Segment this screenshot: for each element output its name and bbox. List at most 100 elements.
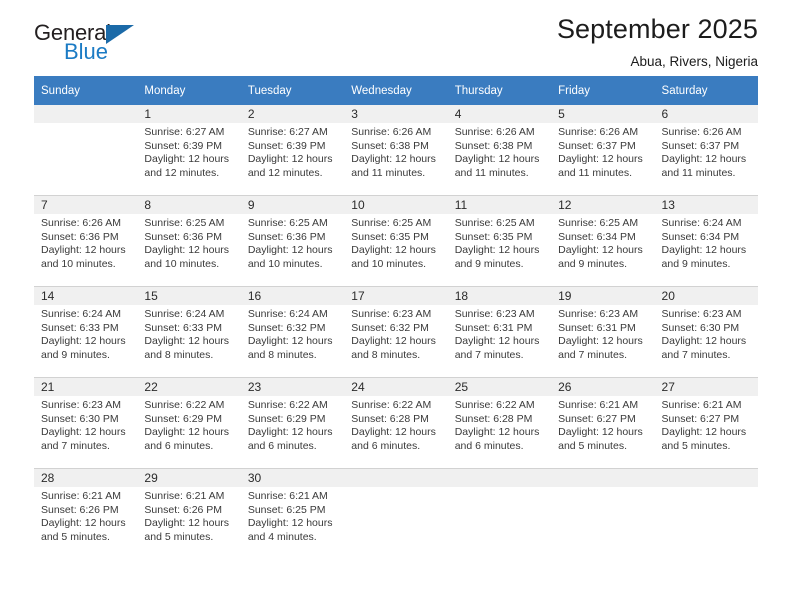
daylight-duration-line1: Daylight: 12 hours [351,153,436,166]
daylight-duration-line1: Daylight: 12 hours [661,244,747,257]
sun-info: Sunrise: 6:25 AM Sunset: 6:36 PM Daylight:… [241,214,344,271]
calendar-day-cell[interactable]: 15 Sunrise: 6:24 AM Sunset: 6:33 PM Dayligh… [137,286,241,378]
daylight-duration-line2: and 11 minutes. [351,166,426,179]
calendar-day-cell[interactable]: 22 Sunrise: 6:22 AM Sunset: 6:29 PM Dayligh… [137,377,241,469]
sunset-time: Sunset: 6:32 PM [351,321,429,334]
sunrise-time: Sunrise: 6:22 AM [247,399,328,411]
calendar-day-cell[interactable]: 17 Sunrise: 6:23 AM Sunset: 6:32 PM Dayligh… [344,286,448,378]
daylight-duration-line1: Daylight: 12 hours [247,335,333,348]
calendar-day-cell[interactable]: 23 Sunrise: 6:22 AM Sunset: 6:29 PM Dayligh… [240,377,345,469]
daylight-duration-line1: Daylight: 12 hours [41,335,126,348]
day-cell-content: 3 Sunrise: 6:26 AM Sunset: 6:38 PM Daylight… [344,105,448,195]
calendar-day-cell[interactable]: 18 Sunrise: 6:23 AM Sunset: 6:31 PM Dayligh… [447,286,552,378]
sunset-time: Sunset: 6:38 PM [351,139,429,152]
calendar-day-cell[interactable]: 12 Sunrise: 6:25 AM Sunset: 6:34 PM Dayligh… [551,195,655,287]
sunrise-time: Sunrise: 6:25 AM [351,217,432,229]
day-number: 17 [344,287,448,305]
logo-text-blue: Blue [64,39,109,64]
sunset-time: Sunset: 6:35 PM [351,230,429,243]
page-header: General Blue September 2025 Abua, Rivers… [34,0,758,76]
daylight-duration-line1: Daylight: 12 hours [247,426,333,439]
calendar-day-cell[interactable]: 3 Sunrise: 6:26 AM Sunset: 6:38 PM Daylight… [344,105,448,196]
calendar-day-cell[interactable]: 16 Sunrise: 6:24 AM Sunset: 6:32 PM Dayligh… [240,286,345,378]
calendar-day-cell[interactable]: 21 Sunrise: 6:23 AM Sunset: 6:30 PM Dayligh… [34,377,138,469]
calendar-day-cell[interactable]: 19 Sunrise: 6:23 AM Sunset: 6:31 PM Dayligh… [551,286,655,378]
daylight-duration-line2: and 6 minutes. [247,439,317,452]
daylight-duration-line1: Daylight: 12 hours [247,517,333,530]
calendar-day-cell[interactable]: 1 Sunrise: 6:27 AM Sunset: 6:39 PM Daylight… [137,105,241,196]
sunset-time: Sunset: 6:25 PM [247,503,326,516]
calendar-day-cell[interactable]: 10 Sunrise: 6:25 AM Sunset: 6:35 PM Dayligh… [344,195,448,287]
day-number: 22 [137,378,241,396]
calendar-day-cell[interactable]: 6 Sunrise: 6:26 AM Sunset: 6:37 PM Daylight… [654,105,758,196]
daylight-duration-line1: Daylight: 12 hours [454,335,540,348]
calendar-day-cell[interactable]: 29 Sunrise: 6:21 AM Sunset: 6:26 PM Dayligh… [137,468,241,559]
calendar-day-cell[interactable]: 30 Sunrise: 6:21 AM Sunset: 6:25 PM Dayligh… [240,468,345,559]
calendar-day-cell[interactable]: 25 Sunrise: 6:22 AM Sunset: 6:28 PM Dayligh… [447,377,552,469]
daylight-duration-line1: Daylight: 12 hours [454,244,540,257]
daylight-duration-line2: and 8 minutes. [351,348,421,361]
daylight-duration-line1: Daylight: 12 hours [41,426,126,439]
calendar-day-cell[interactable]: 28 Sunrise: 6:21 AM Sunset: 6:26 PM Dayligh… [34,468,138,559]
calendar-week-row: 14 Sunrise: 6:24 AM Sunset: 6:33 PM Dayligh… [34,286,758,378]
day-cell-content: 16 Sunrise: 6:24 AM Sunset: 6:32 PM Dayligh… [240,287,345,377]
sunrise-time: Sunrise: 6:23 AM [41,399,121,411]
day-number: 28 [34,469,138,487]
calendar-day-cell[interactable]: 2 Sunrise: 6:27 AM Sunset: 6:39 PM Daylight… [240,105,345,196]
sunrise-time: Sunrise: 6:24 AM [41,308,121,320]
calendar-day-cell[interactable]: 13 Sunrise: 6:24 AM Sunset: 6:34 PM Dayligh… [654,195,758,287]
calendar-day-cell-empty [654,468,758,559]
sun-info: Sunrise: 6:26 AM Sunset: 6:38 PM Daylight:… [344,123,447,180]
daylight-duration-line2: and 12 minutes. [144,166,220,179]
daylight-duration-line2: and 11 minutes. [661,166,736,179]
sunrise-time: Sunrise: 6:22 AM [144,399,225,411]
calendar-day-cell[interactable]: 11 Sunrise: 6:25 AM Sunset: 6:35 PM Dayligh… [447,195,552,287]
day-number: 12 [551,196,655,214]
calendar-day-cell[interactable]: 27 Sunrise: 6:21 AM Sunset: 6:27 PM Dayligh… [654,377,758,469]
calendar-header-row: Sunday Monday Tuesday Wednesday Thursday Frid… [34,76,758,105]
day-number: 6 [654,105,758,123]
day-number: 10 [344,196,448,214]
day-cell-content [34,105,138,195]
weekday-header-wednesday: Wednesday [344,76,448,105]
sunset-time: Sunset: 6:38 PM [454,139,533,152]
daylight-duration-line2: and 11 minutes. [558,166,633,179]
calendar-day-cell[interactable]: 7 Sunrise: 6:26 AM Sunset: 6:36 PM Daylight… [34,195,138,287]
daylight-duration-line2: and 10 minutes. [144,257,220,270]
day-number: 3 [344,105,448,123]
daylight-duration-line1: Daylight: 12 hours [454,426,540,439]
calendar-day-cell[interactable]: 4 Sunrise: 6:26 AM Sunset: 6:38 PM Daylight… [447,105,552,196]
day-number: 15 [137,287,241,305]
calendar-week-row: 1 Sunrise: 6:27 AM Sunset: 6:39 PM Daylight… [34,105,758,196]
day-cell-content: 1 Sunrise: 6:27 AM Sunset: 6:39 PM Daylight… [137,105,241,195]
sunset-time: Sunset: 6:37 PM [558,139,636,152]
daylight-duration-line1: Daylight: 12 hours [144,244,230,257]
sunrise-time: Sunrise: 6:21 AM [247,490,328,502]
sunset-time: Sunset: 6:30 PM [41,412,119,425]
calendar-day-cell[interactable]: 24 Sunrise: 6:22 AM Sunset: 6:28 PM Dayligh… [344,377,448,469]
sun-info: Sunrise: 6:23 AM Sunset: 6:31 PM Daylight:… [551,305,654,362]
calendar-day-cell[interactable]: 9 Sunrise: 6:25 AM Sunset: 6:36 PM Daylight… [240,195,345,287]
weekday-header-saturday: Saturday [654,76,758,105]
sunrise-time: Sunrise: 6:26 AM [558,126,639,138]
sunset-time: Sunset: 6:28 PM [454,412,533,425]
daylight-duration-line2: and 7 minutes. [558,348,627,361]
sunrise-time: Sunrise: 6:22 AM [454,399,535,411]
calendar-day-cell[interactable]: 20 Sunrise: 6:23 AM Sunset: 6:30 PM Dayligh… [654,286,758,378]
weekday-header-sunday: Sunday [34,76,138,105]
calendar-day-cell[interactable]: 26 Sunrise: 6:21 AM Sunset: 6:27 PM Dayligh… [551,377,655,469]
calendar-day-cell[interactable]: 5 Sunrise: 6:26 AM Sunset: 6:37 PM Daylight… [551,105,655,196]
daylight-duration-line1: Daylight: 12 hours [144,426,230,439]
daylight-duration-line1: Daylight: 12 hours [558,153,643,166]
calendar-day-cell[interactable]: 14 Sunrise: 6:24 AM Sunset: 6:33 PM Dayligh… [34,286,138,378]
general-blue-logo[interactable]: General Blue [34,22,142,68]
sun-info: Sunrise: 6:26 AM Sunset: 6:37 PM Daylight:… [551,123,654,180]
day-cell-content: 28 Sunrise: 6:21 AM Sunset: 6:26 PM Dayligh… [34,469,138,559]
daylight-duration-line1: Daylight: 12 hours [351,244,436,257]
day-cell-content: 14 Sunrise: 6:24 AM Sunset: 6:33 PM Dayligh… [34,287,138,377]
day-cell-content: 7 Sunrise: 6:26 AM Sunset: 6:36 PM Daylight… [34,196,138,286]
calendar-day-cell[interactable]: 8 Sunrise: 6:25 AM Sunset: 6:36 PM Daylight… [137,195,241,287]
day-number [447,469,552,487]
daylight-duration-line2: and 9 minutes. [41,348,110,361]
day-cell-content: 6 Sunrise: 6:26 AM Sunset: 6:37 PM Daylight… [654,105,758,195]
